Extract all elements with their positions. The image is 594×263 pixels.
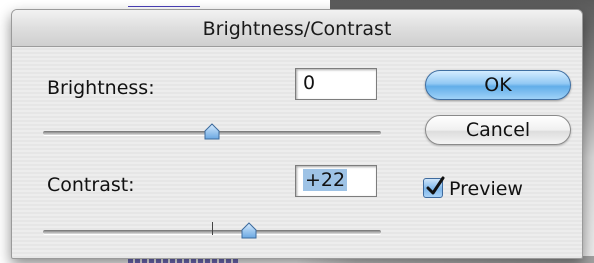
contrast-input[interactable]: +22 bbox=[295, 165, 377, 197]
preview-label[interactable]: Preview bbox=[449, 178, 523, 200]
brightness-slider-thumb-icon[interactable] bbox=[203, 123, 221, 141]
contrast-slider-center-tick bbox=[212, 222, 213, 235]
checkmark-icon bbox=[426, 176, 445, 195]
brightness-contrast-dialog: Brightness/Contrast Brightness: 0 Contra… bbox=[11, 9, 583, 259]
dialog-title: Brightness/Contrast bbox=[202, 18, 392, 40]
brightness-label: Brightness: bbox=[47, 77, 155, 99]
preview-checkbox[interactable] bbox=[423, 176, 445, 198]
brightness-input[interactable]: 0 bbox=[295, 68, 377, 100]
contrast-value: +22 bbox=[303, 169, 348, 191]
brightness-value: 0 bbox=[303, 72, 316, 94]
background-link bbox=[128, 0, 200, 7]
ok-button[interactable]: OK bbox=[425, 70, 571, 100]
contrast-label: Contrast: bbox=[47, 174, 135, 196]
dialog-titlebar: Brightness/Contrast bbox=[12, 10, 582, 47]
cancel-button[interactable]: Cancel bbox=[425, 115, 571, 145]
contrast-slider-thumb-icon[interactable] bbox=[240, 222, 258, 240]
